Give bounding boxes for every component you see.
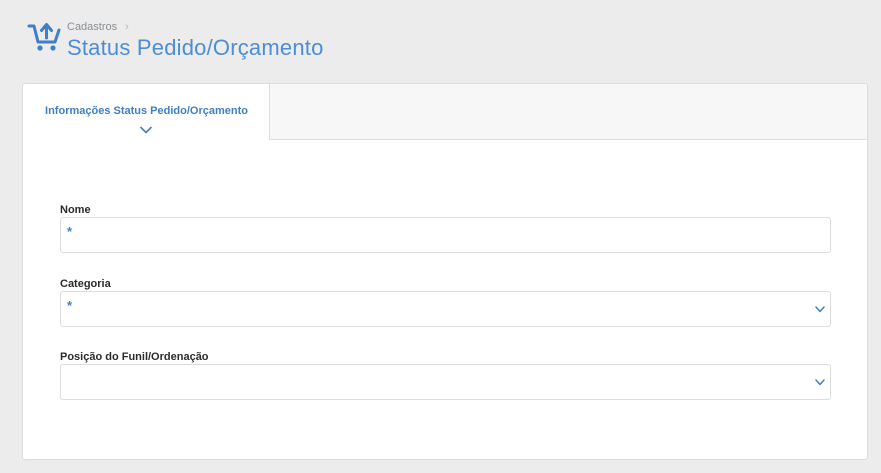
page-header: Cadastros › Status Pedido/Orçamento: [27, 18, 427, 68]
required-marker: *: [67, 224, 73, 239]
tab-label: Informações Status Pedido/Orçamento: [45, 105, 248, 117]
form-card: Informações Status Pedido/Orçamento Nome…: [22, 83, 868, 460]
posicao-funil-select[interactable]: [60, 364, 831, 400]
breadcrumb-item-cadastros[interactable]: Cadastros: [67, 21, 117, 33]
nome-input[interactable]: *: [60, 217, 831, 253]
categoria-label: Categoria: [60, 278, 111, 290]
cart-upload-icon: [27, 23, 61, 51]
chevron-down-icon: [815, 379, 825, 386]
nome-label: Nome: [60, 204, 91, 216]
page-title: Status Pedido/Orçamento: [67, 35, 324, 60]
tab-informacoes-status[interactable]: Informações Status Pedido/Orçamento: [23, 84, 270, 140]
chevron-down-icon: [140, 126, 152, 134]
breadcrumb: Cadastros ›: [67, 21, 129, 33]
tab-bar: Informações Status Pedido/Orçamento: [23, 84, 867, 140]
chevron-down-icon: [815, 306, 825, 313]
breadcrumb-separator-icon: ›: [125, 21, 129, 33]
required-marker: *: [67, 298, 73, 313]
categoria-select[interactable]: *: [60, 291, 831, 327]
posicao-funil-label: Posição do Funil/Ordenação: [60, 351, 209, 363]
